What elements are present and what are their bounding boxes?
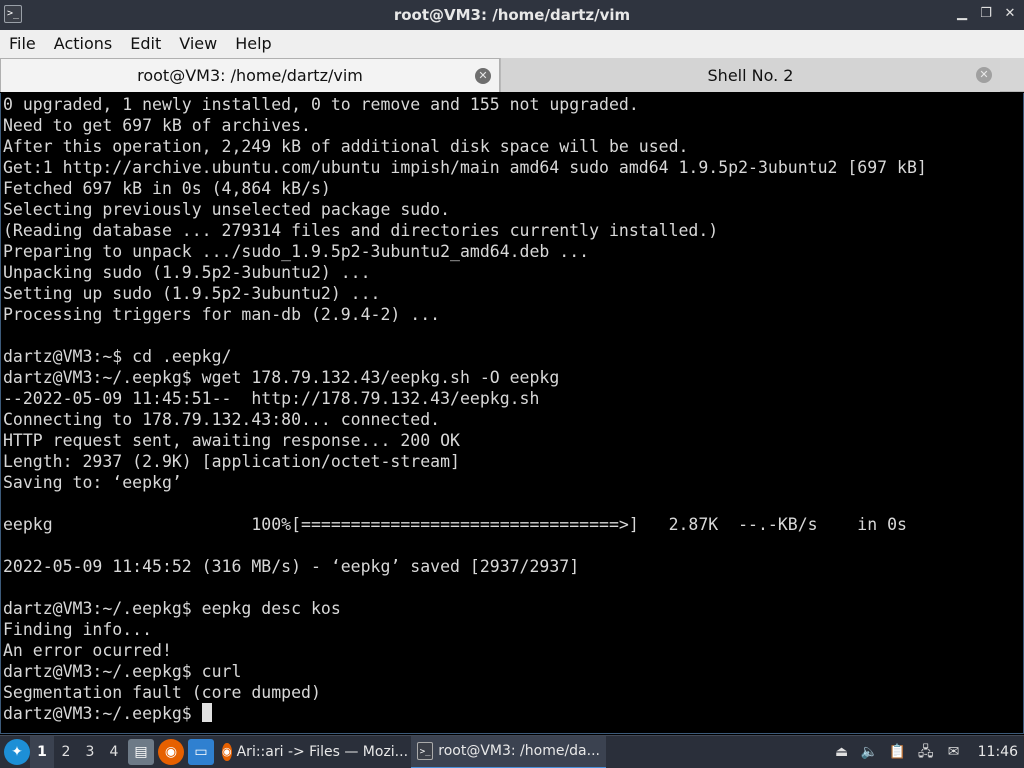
terminal-line: 2022-05-09 11:45:52 (316 MB/s) - ‘eepkg’… — [3, 557, 580, 576]
firefox-icon[interactable]: ◉ — [158, 739, 184, 765]
terminal-line: eepkg 100%[=============================… — [3, 515, 907, 534]
taskbar: ✦ 1 2 3 4 ▤ ◉ ▭ ◉ Ari::ari -> Files — Mo… — [0, 735, 1024, 768]
tab-root-vm3[interactable]: root@VM3: /home/dartz/vim ✕ — [0, 58, 500, 92]
terminal-icon: >_ — [4, 5, 22, 23]
terminal-line: Preparing to unpack .../sudo_1.9.5p2-3ub… — [3, 242, 590, 261]
terminal-line: Segmentation fault (core dumped) — [3, 683, 321, 702]
menu-actions[interactable]: Actions — [45, 30, 121, 58]
file-manager-icon[interactable]: ▤ — [128, 739, 154, 765]
terminal-line: dartz@VM3:~/.eepkg$ wget 178.79.132.43/e… — [3, 368, 560, 387]
terminal-line: Setting up sudo (1.9.5p2-3ubuntu2) ... — [3, 284, 381, 303]
workspace-4[interactable]: 4 — [102, 736, 126, 768]
task-label: root@VM3: /home/da... — [438, 743, 600, 759]
start-menu-icon[interactable]: ✦ — [4, 739, 30, 765]
taskbar-task-firefox[interactable]: ◉ Ari::ari -> Files — Mozi... — [216, 736, 411, 768]
minimize-icon[interactable]: ▁ — [952, 4, 972, 24]
system-tray: ⏏ 🔈 📋 🖧 ✉ 11:46 — [832, 742, 1024, 762]
removable-media-icon[interactable]: ⏏ — [832, 742, 852, 762]
tab-bar: root@VM3: /home/dartz/vim ✕ Shell No. 2 … — [0, 58, 1024, 92]
window-titlebar[interactable]: >_ root@VM3: /home/dartz/vim ▁ ❐ ✕ — [0, 0, 1024, 30]
terminal-cursor — [201, 703, 212, 722]
menu-edit[interactable]: Edit — [121, 30, 170, 58]
close-icon[interactable]: ✕ — [1000, 4, 1020, 24]
tab-close-icon[interactable]: ✕ — [475, 68, 491, 84]
terminal-line: Connecting to 178.79.132.43:80... connec… — [3, 410, 441, 429]
menu-bar: File Actions Edit View Help — [0, 30, 1024, 58]
tab-label: root@VM3: /home/dartz/vim — [137, 66, 363, 85]
window-controls: ▁ ❐ ✕ — [952, 4, 1020, 24]
terminal-line: Get:1 http://archive.ubuntu.com/ubuntu i… — [3, 158, 927, 177]
workspace-3[interactable]: 3 — [78, 736, 102, 768]
terminal-line: dartz@VM3:~/.eepkg$ eepkg desc kos — [3, 599, 341, 618]
terminal-line: HTTP request sent, awaiting response... … — [3, 431, 460, 450]
terminal-line: After this operation, 2,249 kB of additi… — [3, 137, 689, 156]
terminal-line: dartz@VM3:~$ cd .eepkg/ — [3, 347, 232, 366]
network-icon[interactable]: 🖧 — [916, 742, 936, 762]
terminal-line: --2022-05-09 11:45:51-- http://178.79.13… — [3, 389, 540, 408]
clock[interactable]: 11:46 — [978, 744, 1018, 760]
tab-shell-2[interactable]: Shell No. 2 ✕ — [500, 58, 1000, 92]
terminal-line: Selecting previously unselected package … — [3, 200, 451, 219]
menu-file[interactable]: File — [0, 30, 45, 58]
menu-help[interactable]: Help — [226, 30, 280, 58]
terminal-line: An error ocurred! — [3, 641, 172, 660]
terminal-line: Length: 2937 (2.9K) [application/octet-s… — [3, 452, 460, 471]
volume-icon[interactable]: 🔈 — [860, 742, 880, 762]
terminal-prompt: dartz@VM3:~/.eepkg$ — [3, 704, 202, 723]
terminal-line: Need to get 697 kB of archives. — [3, 116, 311, 135]
window-title: root@VM3: /home/dartz/vim — [393, 6, 631, 24]
tab-label: Shell No. 2 — [707, 65, 794, 85]
firefox-icon: ◉ — [222, 743, 232, 761]
workspace-2[interactable]: 2 — [54, 736, 78, 768]
notifications-icon[interactable]: ✉ — [944, 742, 964, 762]
terminal-line: 0 upgraded, 1 newly installed, 0 to remo… — [3, 95, 639, 114]
taskbar-task-terminal[interactable]: >_ root@VM3: /home/da... — [411, 735, 606, 768]
clipboard-icon[interactable]: 📋 — [888, 742, 908, 762]
task-label: Ari::ari -> Files — Mozi... — [236, 744, 409, 760]
workspace-1[interactable]: 1 — [30, 735, 54, 768]
tab-close-icon[interactable]: ✕ — [976, 67, 992, 83]
restore-icon[interactable]: ❐ — [976, 4, 996, 24]
terminal-icon: >_ — [417, 742, 434, 760]
show-desktop-icon[interactable]: ▭ — [188, 739, 214, 765]
terminal-line: (Reading database ... 279314 files and d… — [3, 221, 719, 240]
terminal-line: dartz@VM3:~/.eepkg$ curl — [3, 662, 242, 681]
terminal-output[interactable]: 0 upgraded, 1 newly installed, 0 to remo… — [0, 93, 1024, 734]
terminal-line: Finding info... — [3, 620, 153, 639]
terminal-line: Fetched 697 kB in 0s (4,864 kB/s) — [3, 179, 331, 198]
terminal-prompt-line[interactable]: dartz@VM3:~/.eepkg$ — [3, 703, 1023, 724]
menu-view[interactable]: View — [170, 30, 226, 58]
terminal-line: Processing triggers for man-db (2.9.4-2)… — [3, 305, 441, 324]
terminal-line: Unpacking sudo (1.9.5p2-3ubuntu2) ... — [3, 263, 371, 282]
terminal-line: Saving to: ‘eepkg’ — [3, 473, 182, 492]
